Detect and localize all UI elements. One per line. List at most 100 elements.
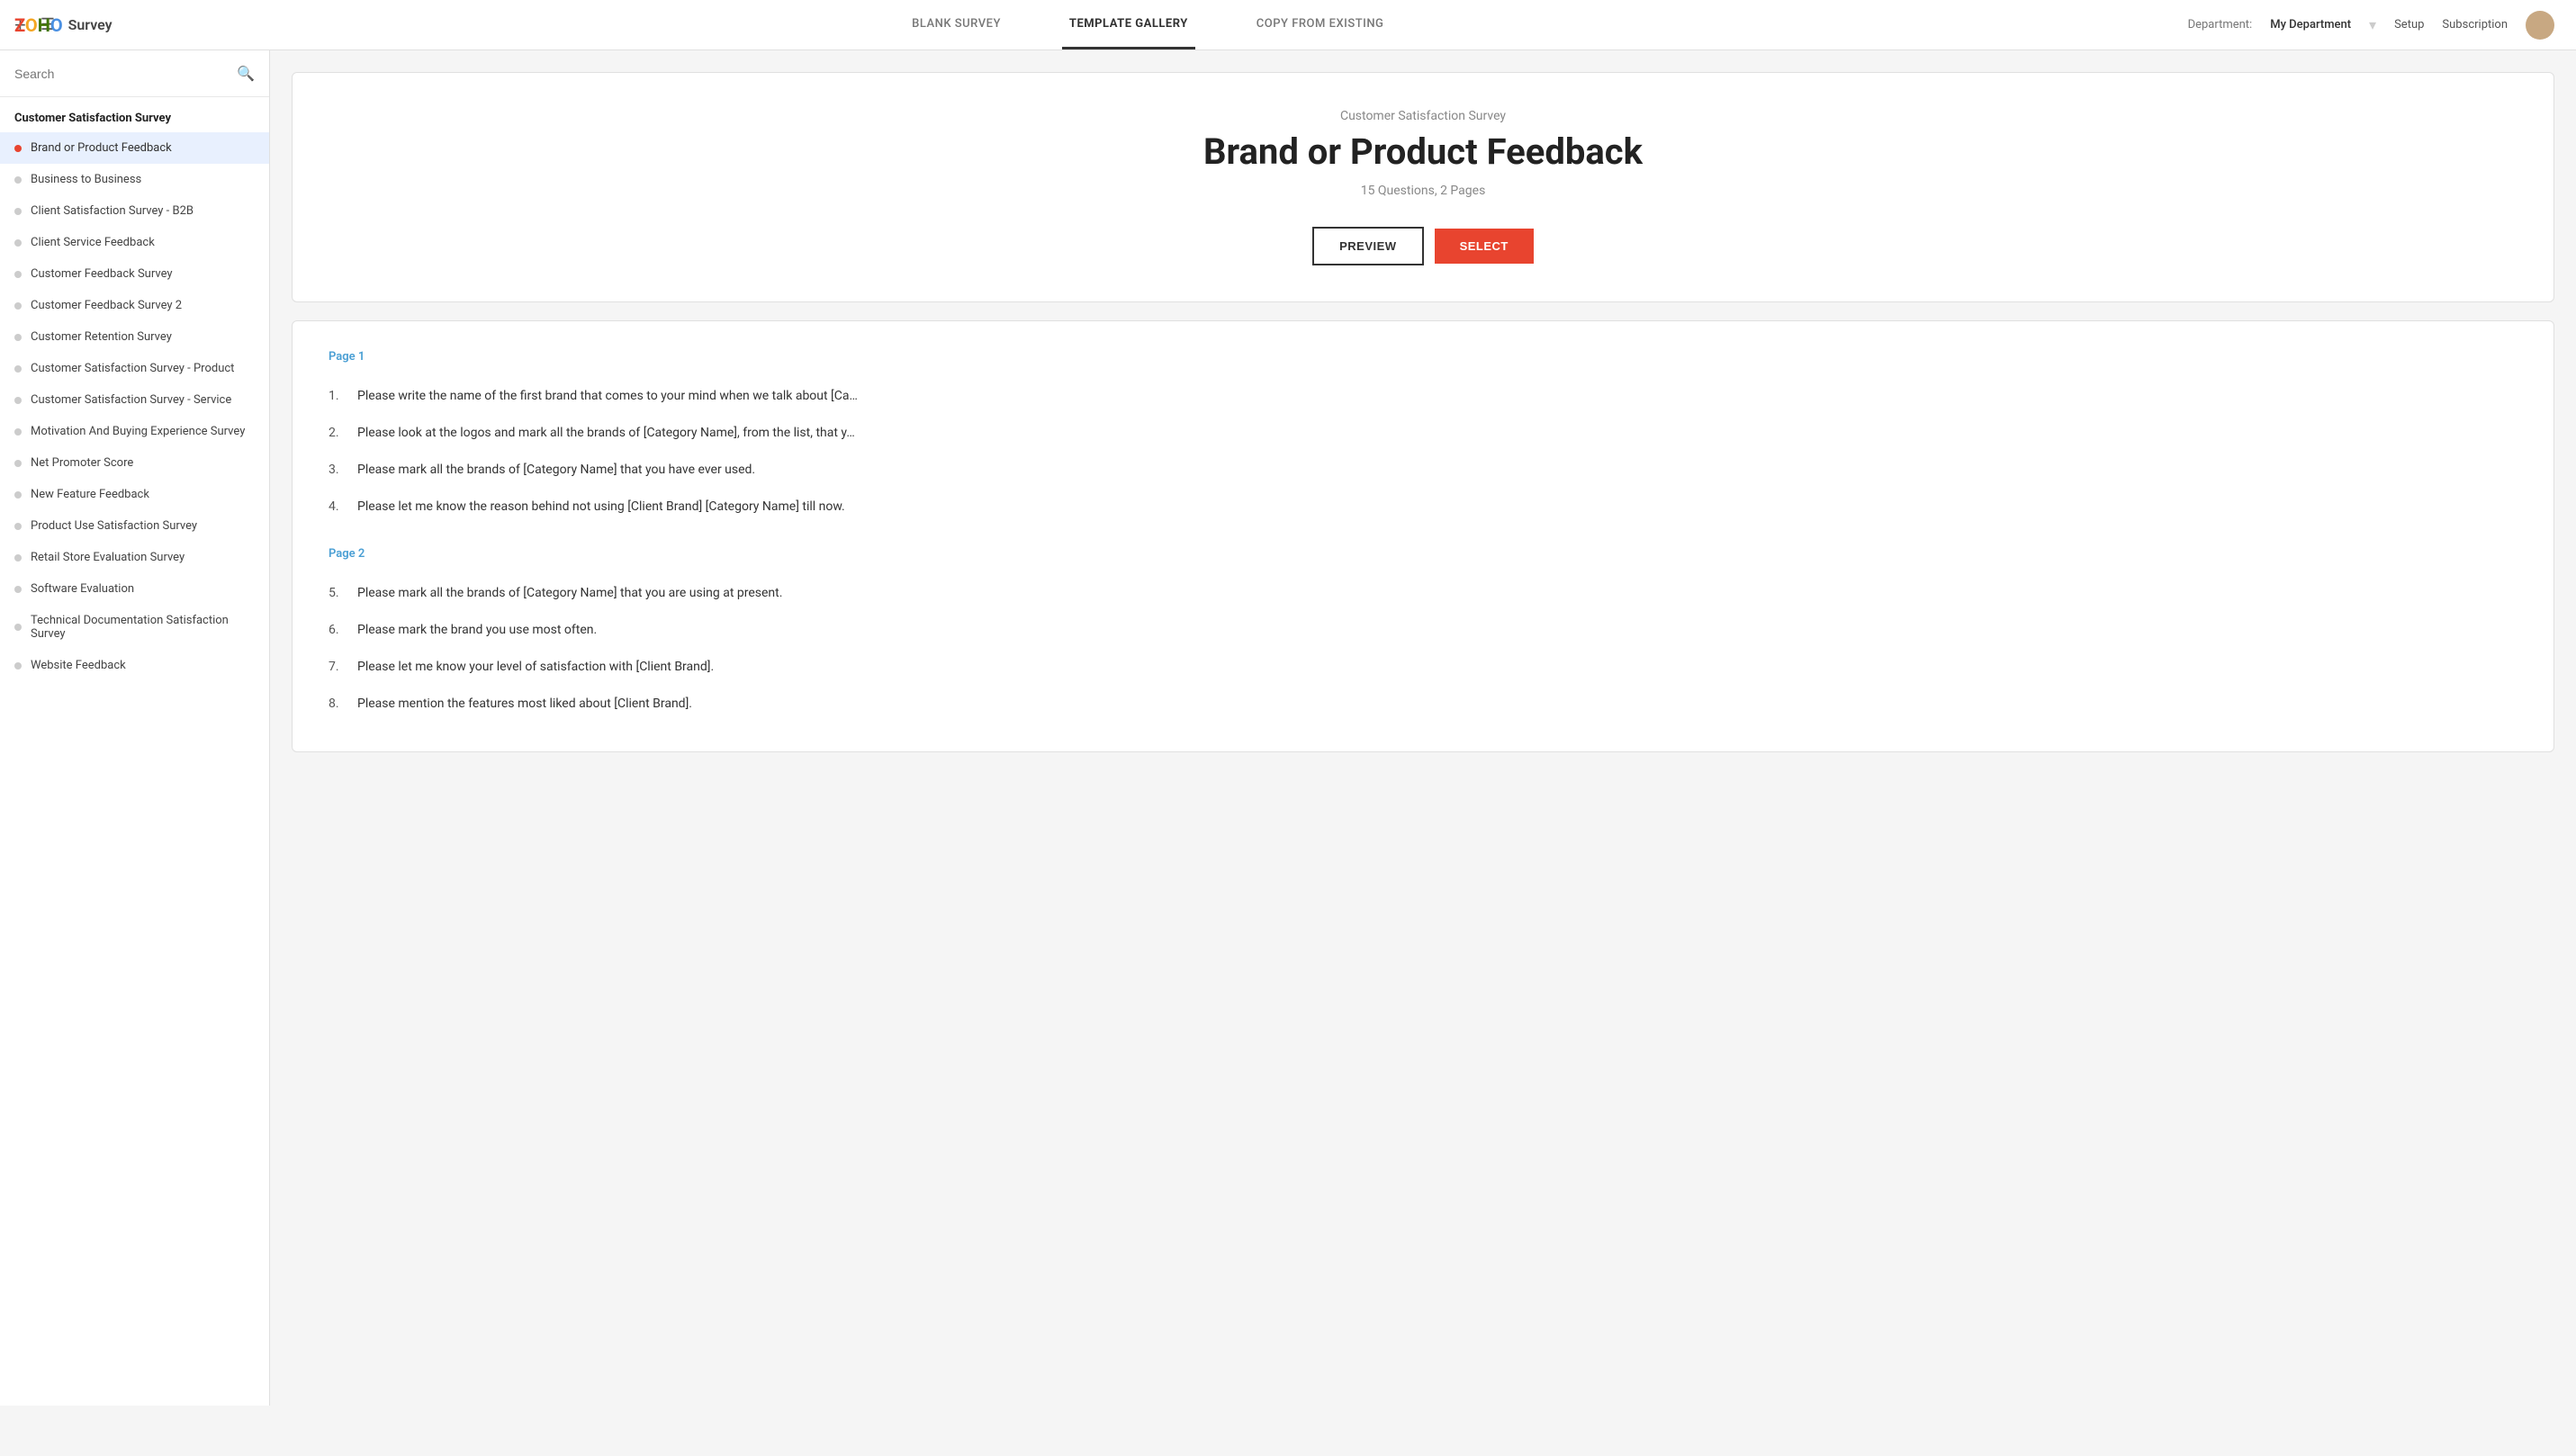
preview-button[interactable]: PREVIEW [1312, 227, 1423, 265]
preview-meta: 15 Questions, 2 Pages [329, 184, 2517, 198]
sidebar-item-label: Product Use Satisfaction Survey [31, 519, 197, 533]
setup-link[interactable]: Setup [2394, 18, 2424, 31]
sidebar-item-cust-feedback2[interactable]: Customer Feedback Survey 2 [0, 290, 269, 321]
sidebar-dot [14, 208, 22, 215]
sidebar-dot [14, 334, 22, 341]
sidebar-dot [14, 397, 22, 404]
question-text: Please mark all the brands of [Category … [357, 584, 782, 603]
sidebar-item-label: New Feature Feedback [31, 488, 149, 501]
sidebar-dot [14, 176, 22, 184]
question-item: 5. Please mark all the brands of [Categor… [329, 575, 2517, 612]
sidebar-item-label: Customer Retention Survey [31, 330, 172, 344]
sidebar-item-label: Website Feedback [31, 659, 126, 672]
question-number: 5. [329, 584, 347, 603]
sidebar-item-label: Business to Business [31, 173, 141, 186]
sidebar-dot [14, 523, 22, 530]
search-box: 🔍 [0, 50, 269, 97]
preview-title: Brand or Product Feedback [329, 130, 2517, 173]
sidebar-items-container: Brand or Product Feedback Business to Bus… [0, 132, 269, 681]
question-list-page-2: 5. Please mark all the brands of [Categor… [329, 575, 2517, 723]
tab-copy[interactable]: COPY FROM EXISTING [1249, 1, 1392, 49]
sidebar-item-cust-feedback[interactable]: Customer Feedback Survey [0, 258, 269, 290]
dept-label: Department: [2188, 18, 2253, 31]
sidebar-dot [14, 428, 22, 436]
sidebar-item-product-use[interactable]: Product Use Satisfaction Survey [0, 510, 269, 542]
question-number: 2. [329, 424, 347, 443]
sidebar-item-label: Brand or Product Feedback [31, 141, 172, 155]
sidebar-item-client-b2b[interactable]: Client Satisfaction Survey - B2B [0, 195, 269, 227]
sidebar-dot [14, 365, 22, 373]
sidebar-item-label: Customer Satisfaction Survey - Service [31, 393, 231, 407]
sidebar-dot [14, 271, 22, 278]
sidebar-dot [14, 554, 22, 562]
question-list-page-1: 1. Please write the name of the first bra… [329, 378, 2517, 526]
tab-template[interactable]: TEMPLATE GALLERY [1062, 1, 1195, 49]
search-input[interactable] [14, 67, 230, 81]
search-icon[interactable]: 🔍 [237, 65, 255, 82]
sidebar-item-retail[interactable]: Retail Store Evaluation Survey [0, 542, 269, 573]
question-number: 1. [329, 387, 347, 406]
sidebar-dot [14, 239, 22, 247]
sidebar-item-label: Net Promoter Score [31, 456, 133, 470]
sidebar-item-website[interactable]: Website Feedback [0, 650, 269, 681]
sidebar-dot [14, 624, 22, 631]
sidebar: 🔍 Customer Satisfaction Survey Brand or … [0, 50, 270, 1406]
sidebar-item-cust-sat-product[interactable]: Customer Satisfaction Survey - Product [0, 353, 269, 384]
question-number: 7. [329, 658, 347, 677]
question-text: Please mark the brand you use most often… [357, 621, 597, 640]
sidebar-item-b2b[interactable]: Business to Business [0, 164, 269, 195]
question-item: 3. Please mark all the brands of [Categor… [329, 452, 2517, 489]
question-text: Please mention the features most liked a… [357, 695, 692, 714]
sidebar-dot [14, 460, 22, 467]
question-text: Please let me know your level of satisfa… [357, 658, 714, 677]
sidebar-dot [14, 145, 22, 152]
layout: 🔍 Customer Satisfaction Survey Brand or … [0, 50, 2576, 1406]
question-text: Please mark all the brands of [Category … [357, 461, 755, 480]
question-item: 8. Please mention the features most liked… [329, 686, 2517, 723]
sidebar-item-client-service[interactable]: Client Service Feedback [0, 227, 269, 258]
preview-card: Customer Satisfaction Survey Brand or Pr… [292, 72, 2554, 302]
sidebar-item-cust-sat-service[interactable]: Customer Satisfaction Survey - Service [0, 384, 269, 416]
question-number: 4. [329, 498, 347, 517]
sidebar-item-label: Client Service Feedback [31, 236, 155, 249]
sidebar-section-title: Customer Satisfaction Survey [0, 97, 269, 132]
question-number: 8. [329, 695, 347, 714]
logo-text: Survey [68, 16, 113, 33]
nav-right: Department: My Department ▾ Setup Subscr… [2188, 11, 2576, 40]
question-number: 6. [329, 621, 347, 640]
sidebar-item-nps[interactable]: Net Promoter Score [0, 447, 269, 479]
select-button[interactable]: SELECT [1435, 229, 1534, 264]
sidebar-item-label: Software Evaluation [31, 582, 134, 596]
sidebar-dot [14, 302, 22, 310]
sidebar-item-tech-doc[interactable]: Technical Documentation Satisfaction Sur… [0, 605, 269, 650]
main-content: Customer Satisfaction Survey Brand or Pr… [270, 50, 2576, 1406]
sidebar-item-label: Customer Feedback Survey 2 [31, 299, 182, 312]
page-label-1: Page 1 [329, 350, 2517, 364]
question-number: 3. [329, 461, 347, 480]
question-item: 2. Please look at the logos and mark all … [329, 415, 2517, 452]
sidebar-item-motivation[interactable]: Motivation And Buying Experience Survey [0, 416, 269, 447]
preview-actions: PREVIEW SELECT [329, 227, 2517, 265]
dept-select[interactable]: My Department [2270, 18, 2351, 31]
question-text: Please write the name of the first brand… [357, 387, 858, 406]
top-nav: + ☰ ZOHO Survey BLANK SURVEY TEMPLATE GA… [0, 0, 2576, 50]
sidebar-item-label: Retail Store Evaluation Survey [31, 551, 185, 564]
sidebar-item-label: Customer Satisfaction Survey - Product [31, 362, 234, 375]
page-label-2: Page 2 [329, 547, 2517, 561]
sidebar-item-software[interactable]: Software Evaluation [0, 573, 269, 605]
tab-blank[interactable]: BLANK SURVEY [905, 1, 1008, 49]
question-item: 6. Please mark the brand you use most oft… [329, 612, 2517, 649]
subscription-link[interactable]: Subscription [2442, 18, 2508, 31]
sidebar-item-new-feature[interactable]: New Feature Feedback [0, 479, 269, 510]
question-text: Please look at the logos and mark all th… [357, 424, 855, 443]
preview-category: Customer Satisfaction Survey [329, 109, 2517, 123]
sidebar-item-label: Technical Documentation Satisfaction Sur… [31, 614, 255, 641]
nav-tabs: BLANK SURVEY TEMPLATE GALLERY COPY FROM … [108, 1, 2188, 49]
question-text: Please let me know the reason behind not… [357, 498, 845, 517]
sidebar-item-cust-retention[interactable]: Customer Retention Survey [0, 321, 269, 353]
sidebar-dot [14, 586, 22, 593]
question-item: 4. Please let me know the reason behind n… [329, 489, 2517, 526]
logo: ZOHO [14, 14, 63, 36]
sidebar-item-brand[interactable]: Brand or Product Feedback [0, 132, 269, 164]
avatar[interactable] [2526, 11, 2554, 40]
